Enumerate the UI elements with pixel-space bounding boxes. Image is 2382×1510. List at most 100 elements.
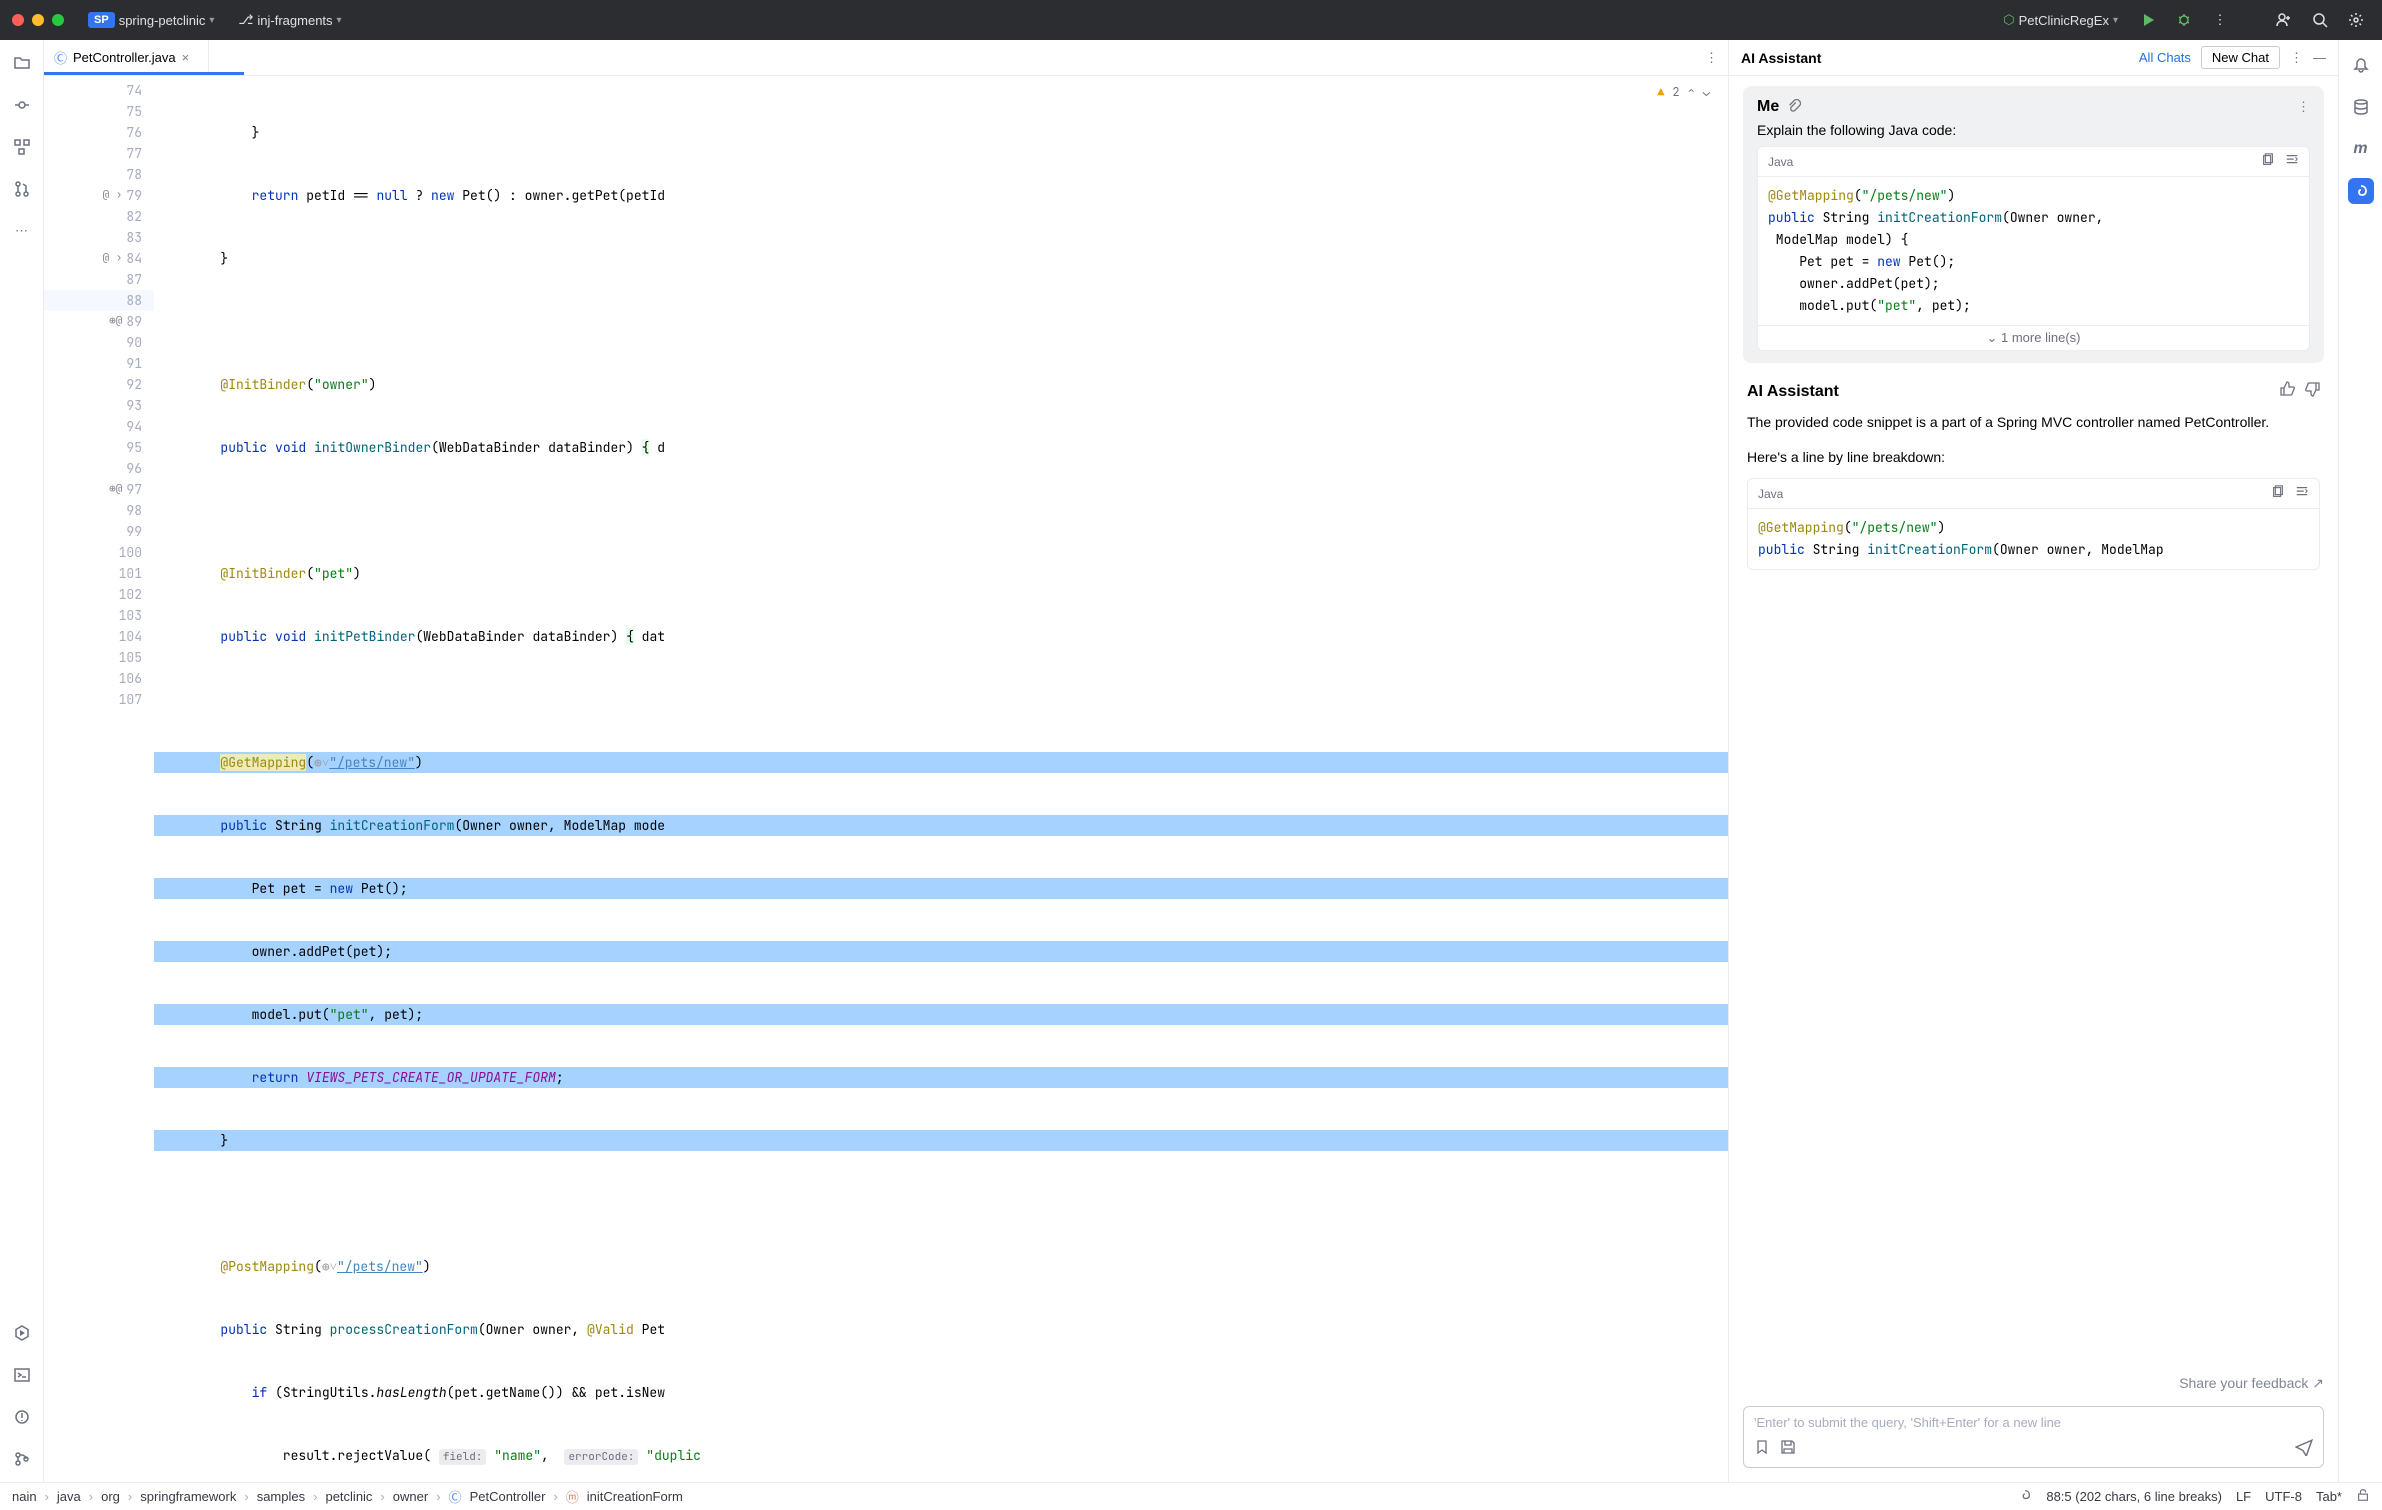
- terminal-tool-button[interactable]: [9, 1362, 35, 1388]
- database-tool-button[interactable]: [2348, 94, 2374, 120]
- thumbs-up-button[interactable]: [2280, 381, 2296, 402]
- bell-icon: [2353, 57, 2369, 73]
- close-tab-button[interactable]: ×: [182, 50, 198, 66]
- run-config-selector[interactable]: ⬡ PetClinicRegEx ▾: [1995, 8, 2126, 32]
- notifications-button[interactable]: [2348, 52, 2374, 78]
- editor-gutter: 74 75 76 77 78 @ ›79 82 83 @ ›84 87 88 ⊕…: [44, 76, 154, 1482]
- attachment-icon[interactable]: [1787, 99, 1801, 116]
- inspection-widget[interactable]: ▲ 2 ⌃ ⌄: [1651, 82, 1716, 102]
- more-actions-button[interactable]: ⋮: [2206, 6, 2234, 34]
- breadcrumb-item[interactable]: petclinic: [325, 1489, 372, 1504]
- database-icon: [2353, 99, 2369, 115]
- indent[interactable]: Tab*: [2316, 1489, 2342, 1504]
- chat-input[interactable]: 'Enter' to submit the query, 'Shift+Ente…: [1743, 1406, 2324, 1468]
- breadcrumb-item[interactable]: owner: [393, 1489, 428, 1504]
- assistant-hide-button[interactable]: —: [2313, 50, 2326, 65]
- breadcrumb-item[interactable]: org: [101, 1489, 120, 1504]
- project-name: spring-petclinic: [119, 13, 206, 28]
- java-class-icon: Ⓒ: [54, 48, 67, 67]
- assistant-text: Here's a line by line breakdown:: [1747, 447, 2320, 468]
- warning-count: 2: [1672, 84, 1679, 100]
- bug-icon: [2176, 12, 2192, 28]
- debug-button[interactable]: [2170, 6, 2198, 34]
- encoding[interactable]: UTF-8: [2265, 1489, 2302, 1504]
- chevron-down-icon: ▾: [209, 15, 214, 26]
- copy-code-button[interactable]: [2271, 485, 2285, 502]
- run-button[interactable]: [2134, 6, 2162, 34]
- inspection-down[interactable]: ⌄: [1703, 84, 1710, 100]
- assistant-text: The provided code snippet is a part of a…: [1747, 412, 2320, 433]
- git-tool-button[interactable]: [9, 1446, 35, 1472]
- chat-placeholder: 'Enter' to submit the query, 'Shift+Ente…: [1754, 1415, 2061, 1430]
- git-icon: [14, 1451, 30, 1467]
- close-window[interactable]: [12, 14, 24, 26]
- play-hex-icon: [14, 1325, 30, 1341]
- ai-spiral-icon: [2353, 183, 2369, 199]
- code-editor[interactable]: } return petId == null ? new Pet() : own…: [154, 76, 1728, 1482]
- pull-request-icon: [14, 181, 30, 197]
- user-label: Me: [1757, 98, 1779, 116]
- settings-button[interactable]: [2342, 6, 2370, 34]
- new-chat-button[interactable]: New Chat: [2201, 46, 2280, 69]
- line-separator[interactable]: LF: [2236, 1489, 2251, 1504]
- services-tool-button[interactable]: [9, 1320, 35, 1346]
- chevron-down-icon: ▾: [2113, 15, 2118, 26]
- inspection-up[interactable]: ⌃: [1688, 84, 1695, 100]
- user-prompt-text: Explain the following Java code:: [1757, 122, 2310, 138]
- copy-code-button[interactable]: [2261, 153, 2275, 170]
- terminal-icon: [14, 1367, 30, 1383]
- gear-icon: [2348, 12, 2364, 28]
- breadcrumb-item[interactable]: PetController: [470, 1489, 546, 1504]
- assistant-message: AI Assistant The provided code snippet i…: [1743, 381, 2324, 570]
- window-controls[interactable]: [12, 14, 64, 26]
- insert-code-button[interactable]: [2285, 153, 2299, 170]
- send-button[interactable]: [2295, 1438, 2313, 1459]
- maximize-window[interactable]: [52, 14, 64, 26]
- bookmark-button[interactable]: [1754, 1439, 1770, 1458]
- pull-requests-tool-button[interactable]: [9, 176, 35, 202]
- code-with-me-button[interactable]: [2270, 6, 2298, 34]
- breadcrumb-item[interactable]: java: [57, 1489, 81, 1504]
- tab-more-button[interactable]: ⋮: [1705, 50, 1718, 66]
- insert-code-button[interactable]: [2295, 485, 2309, 502]
- code-language: Java: [1768, 155, 1793, 169]
- structure-icon: [14, 139, 30, 155]
- save-button[interactable]: [1780, 1439, 1796, 1458]
- branch-name: inj-fragments: [257, 13, 332, 28]
- run-config-name: PetClinicRegEx: [2019, 13, 2109, 28]
- tab-file-name: PetController.java: [73, 50, 176, 65]
- expand-code-button[interactable]: ⌄ 1 more line(s): [1758, 325, 2309, 350]
- search-button[interactable]: [2306, 6, 2334, 34]
- share-feedback-link[interactable]: Share your feedback ↗: [1729, 1369, 2338, 1398]
- project-tool-button[interactable]: [9, 50, 35, 76]
- breadcrumb-item[interactable]: initCreationForm: [587, 1489, 683, 1504]
- breadcrumb-item[interactable]: samples: [257, 1489, 305, 1504]
- commit-tool-button[interactable]: [9, 92, 35, 118]
- editor-tab[interactable]: Ⓒ PetController.java ×: [44, 40, 209, 76]
- branch-selector[interactable]: ⎇ inj-fragments ▾: [230, 8, 349, 32]
- code-snippet: Java @GetMapping("/pets/new") public Str…: [1747, 478, 2320, 570]
- minimize-window[interactable]: [32, 14, 44, 26]
- cursor-position[interactable]: 88:5 (202 chars, 6 line breaks): [2046, 1489, 2222, 1504]
- ai-assistant-tool-button[interactable]: [2348, 178, 2374, 204]
- code-snippet: Java @GetMapping("/pets/new") public Str…: [1757, 146, 2310, 351]
- thumbs-down-button[interactable]: [2304, 381, 2320, 402]
- readonly-toggle[interactable]: [2356, 1488, 2370, 1505]
- message-menu-button[interactable]: ⋮: [2297, 99, 2310, 115]
- breadcrumb-item[interactable]: springframework: [140, 1489, 236, 1504]
- run-config-icon: ⬡: [2003, 12, 2014, 28]
- ai-status-icon[interactable]: [2018, 1488, 2032, 1505]
- commit-icon: [14, 97, 30, 113]
- problems-tool-button[interactable]: [9, 1404, 35, 1430]
- code-language: Java: [1758, 487, 1783, 501]
- search-icon: [2312, 12, 2328, 28]
- assistant-more-button[interactable]: ⋮: [2290, 50, 2303, 66]
- more-tool-button[interactable]: ⋯: [9, 218, 35, 244]
- all-chats-link[interactable]: All Chats: [2139, 50, 2191, 65]
- code-content: @GetMapping("/pets/new") public String i…: [1748, 509, 2319, 569]
- project-selector[interactable]: SP spring-petclinic ▾: [80, 8, 222, 32]
- branch-icon: ⎇: [238, 12, 253, 28]
- maven-tool-button[interactable]: m: [2348, 136, 2374, 162]
- breadcrumb-item[interactable]: nain: [12, 1489, 37, 1504]
- structure-tool-button[interactable]: [9, 134, 35, 160]
